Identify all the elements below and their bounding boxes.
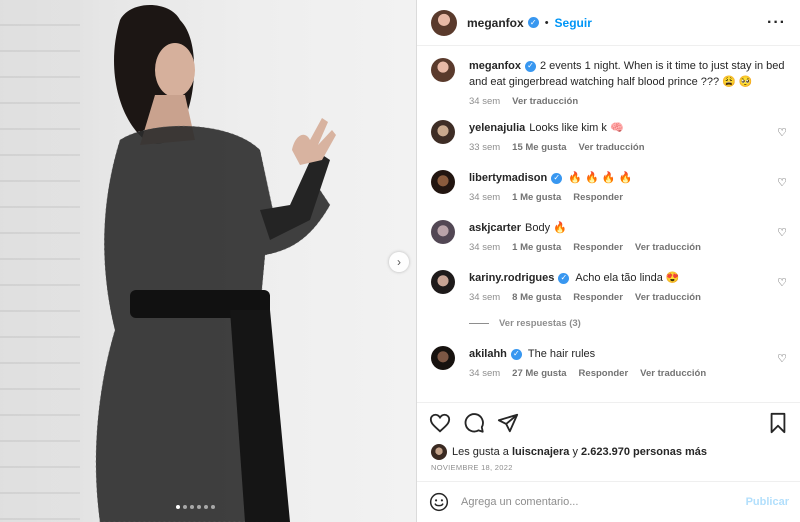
comment-likes[interactable]: 1 Me gusta <box>512 242 561 253</box>
caption-time[interactable]: 34 sem <box>469 96 500 107</box>
carousel-dots <box>176 505 215 509</box>
comment-text: 🔥 🔥 🔥 🔥 <box>568 172 633 184</box>
more-horizontal-icon[interactable]: ··· <box>767 14 786 32</box>
comment-item: yelenajulia Looks like kim k 🧠 33 sem 15 … <box>431 120 787 153</box>
caption: meganfox ✓ 2 events 1 night. When is it ti… <box>431 58 787 107</box>
comment-time[interactable]: 34 sem <box>469 292 500 303</box>
verified-badge-icon: ✓ <box>558 272 570 284</box>
comment-text: Acho ela tão linda 😍 <box>575 272 680 284</box>
translate-link[interactable]: Ver traducción <box>640 368 706 379</box>
separator: • <box>544 16 549 29</box>
avatar <box>431 444 447 460</box>
comment-username[interactable]: akilahh <box>469 348 507 360</box>
heart-icon[interactable]: ♡ <box>777 176 787 189</box>
comment-input[interactable] <box>461 496 746 508</box>
avatar[interactable] <box>431 220 455 244</box>
post-date[interactable]: NOVIEMBRE 18, 2022 <box>431 463 513 472</box>
header-username[interactable]: meganfox <box>467 16 524 30</box>
bookmark-icon[interactable] <box>767 412 789 434</box>
reply-link[interactable]: Responder <box>573 242 623 253</box>
comment-item: akilahh ✓ The hair rules 34 sem 27 Me gust… <box>431 346 787 379</box>
verified-badge-icon: ✓ <box>524 60 536 72</box>
comment-likes[interactable]: 1 Me gusta <box>512 192 561 203</box>
comment-likes[interactable]: 27 Me gusta <box>512 368 566 379</box>
replies-divider <box>469 323 489 324</box>
avatar[interactable] <box>431 170 455 194</box>
comment-username[interactable]: libertymadison <box>469 172 547 184</box>
verified-badge-icon: ✓ <box>510 348 522 360</box>
avatar[interactable] <box>431 58 455 82</box>
comment-text: Body 🔥 <box>525 222 567 234</box>
post-photo[interactable]: › <box>0 0 416 522</box>
follow-button[interactable]: Seguir <box>555 16 592 30</box>
reply-link[interactable]: Responder <box>573 292 623 303</box>
reply-link[interactable]: Responder <box>579 368 629 379</box>
heart-icon[interactable]: ♡ <box>777 226 787 239</box>
comment-text: The hair rules <box>527 348 596 360</box>
carousel-dot <box>197 505 201 509</box>
likes-prefix: Les gusta a <box>452 446 509 458</box>
comment-username[interactable]: kariny.rodrigues <box>469 272 554 284</box>
translate-link[interactable]: Ver traducción <box>635 242 701 253</box>
comment-item: kariny.rodrigues ✓ Acho ela tão linda 😍 34… <box>431 270 787 303</box>
share-icon[interactable] <box>497 412 519 434</box>
verified-badge-icon: ✓ <box>551 172 563 184</box>
carousel-dot <box>204 505 208 509</box>
translate-link[interactable]: Ver traducción <box>579 142 645 153</box>
comments-list[interactable]: meganfox ✓ 2 events 1 night. When is it ti… <box>417 46 800 402</box>
carousel-dot <box>176 505 180 509</box>
post-details-panel: meganfox ✓ • Seguir ··· meganfox ✓ 2 event… <box>416 0 800 522</box>
post-comment-button[interactable]: Publicar <box>746 496 789 508</box>
translate-link[interactable]: Ver traducción <box>635 292 701 303</box>
carousel-dot <box>190 505 194 509</box>
next-photo-button[interactable]: › <box>389 252 409 272</box>
view-replies-label[interactable]: Ver respuestas (3) <box>499 318 581 329</box>
comment-time[interactable]: 34 sem <box>469 242 500 253</box>
avatar[interactable] <box>431 270 455 294</box>
heart-icon[interactable]: ♡ <box>777 352 787 365</box>
comment-time[interactable]: 34 sem <box>469 368 500 379</box>
caption-username[interactable]: meganfox <box>469 60 521 72</box>
comment-item: libertymadison ✓ 🔥 🔥 🔥 🔥 34 sem 1 Me gusta… <box>431 170 787 203</box>
heart-icon[interactable] <box>429 412 451 434</box>
comment-likes[interactable]: 15 Me gusta <box>512 142 566 153</box>
heart-icon[interactable]: ♡ <box>777 126 787 139</box>
comment-time[interactable]: 33 sem <box>469 142 500 153</box>
likes-joiner: y <box>572 446 578 458</box>
emoji-icon[interactable] <box>429 492 449 512</box>
avatar[interactable] <box>431 9 457 36</box>
heart-icon[interactable]: ♡ <box>777 276 787 289</box>
post-actions-bar <box>417 402 800 442</box>
comment-time[interactable]: 34 sem <box>469 192 500 203</box>
likes-summary[interactable]: Les gusta a luiscnajera y 2.623.970 pers… <box>431 444 707 460</box>
reply-link[interactable]: Responder <box>573 192 623 203</box>
comment-text: Looks like kim k 🧠 <box>529 122 624 134</box>
post-image-figure <box>95 5 336 522</box>
carousel-dot <box>211 505 215 509</box>
carousel-dot <box>183 505 187 509</box>
verified-badge-icon: ✓ <box>527 17 539 28</box>
translate-link[interactable]: Ver traducción <box>512 96 578 107</box>
comment-likes[interactable]: 8 Me gusta <box>512 292 561 303</box>
likes-user[interactable]: luiscnajera <box>512 446 569 458</box>
likes-count[interactable]: 2.623.970 personas más <box>581 446 707 458</box>
avatar[interactable] <box>431 346 455 370</box>
avatar[interactable] <box>431 120 455 144</box>
comment-item: askjcarter Body 🔥 34 sem 1 Me gusta Respo… <box>431 220 787 253</box>
comment-username[interactable]: yelenajulia <box>469 122 525 134</box>
comment-username[interactable]: askjcarter <box>469 222 521 234</box>
comment-composer: Publicar <box>417 481 800 522</box>
view-replies-button[interactable]: Ver respuestas (3) <box>469 318 581 329</box>
post-header: meganfox ✓ • Seguir ··· <box>417 0 800 46</box>
comment-icon[interactable] <box>463 412 485 434</box>
